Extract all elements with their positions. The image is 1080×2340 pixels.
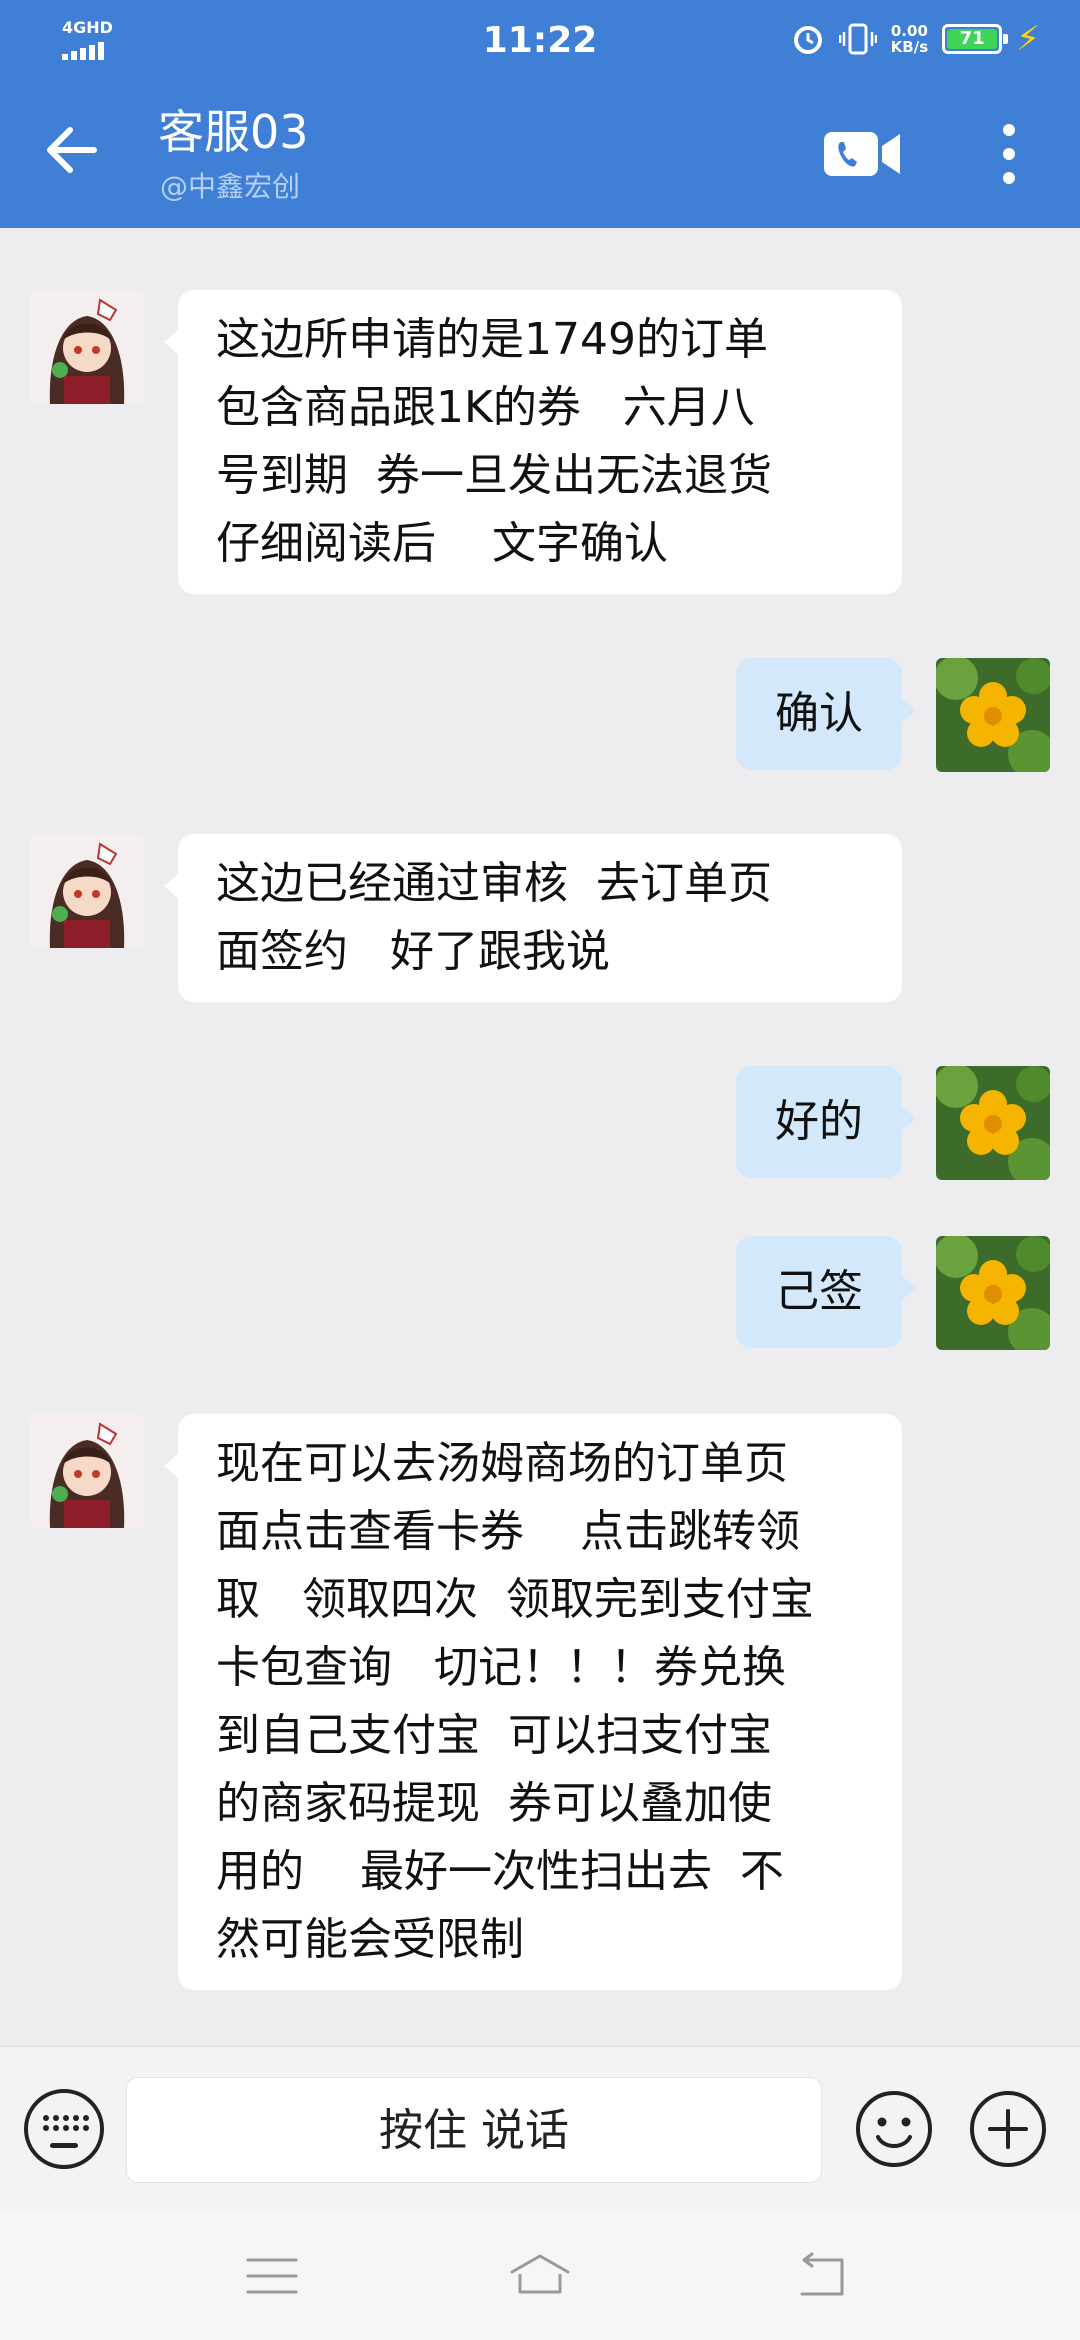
my-avatar[interactable] (936, 658, 1050, 772)
message-bubble-agent[interactable]: 这边所申请的是1749的订单 包含商品跟1K的券 六月八 号到期 券一旦发出无法… (164, 290, 902, 594)
net-speed: 0.00 KB/s (891, 23, 928, 55)
message-bubble-agent[interactable]: 现在可以去汤姆商场的订单页 面点击查看卡券 点击跳转领 取 领取四次 领取完到支… (164, 1414, 902, 1990)
my-avatar[interactable] (936, 1236, 1050, 1350)
chat-title: 客服03 (158, 105, 309, 159)
back-arrow-icon[interactable] (40, 118, 104, 182)
agent-avatar[interactable] (30, 1414, 144, 1528)
message-line: 用的 最好一次性扫出去 不 (216, 1846, 784, 1897)
top-bar: 4GHD 11:22 0.00 KB/s 71 ⚡ 客服03 @中鑫宏创 (0, 0, 1080, 228)
message-line: 面点击查看卡券 点击跳转领 (216, 1506, 800, 1557)
video-call-icon[interactable] (822, 126, 902, 182)
message-line: 号到期 券一旦发出无法退货 (216, 450, 772, 501)
battery-icon: 71 (942, 24, 1009, 54)
message-line: 这边已经通过审核 去订单页 (216, 858, 772, 909)
chat-subtitle: @中鑫宏创 (160, 170, 301, 203)
hold-to-talk-button[interactable]: 按住 说话 (126, 2077, 822, 2183)
message-line: 面签约 好了跟我说 (216, 926, 610, 977)
charging-icon: ⚡ (1016, 19, 1040, 59)
speed-unit: KB/s (890, 38, 929, 56)
message-bubble-me[interactable]: 好的 (736, 1066, 916, 1178)
message-line: 的商家码提现 券可以叠加使 (216, 1778, 772, 1829)
return-icon[interactable] (790, 2244, 854, 2308)
message-line: 好的 (775, 1096, 863, 1147)
my-avatar[interactable] (936, 1066, 1050, 1180)
message-bubble-me[interactable]: 己签 (736, 1236, 916, 1348)
battery-level: 71 (947, 29, 998, 49)
menu-icon[interactable] (240, 2244, 304, 2308)
plus-icon[interactable] (968, 2089, 1048, 2169)
message-line: 包含商品跟1K的券 六月八 (216, 382, 755, 433)
message-bubble-me[interactable]: 确认 (736, 658, 916, 770)
message-line: 这边所申请的是1749的订单 (216, 314, 768, 365)
keyboard-icon[interactable] (24, 2089, 104, 2169)
agent-avatar[interactable] (30, 834, 144, 948)
message-bubble-agent[interactable]: 这边已经通过审核 去订单页 面签约 好了跟我说 (164, 834, 902, 1002)
vibrate-icon (838, 23, 877, 55)
message-line: 取 领取四次 领取完到支付宝 (216, 1574, 814, 1625)
message-line: 己签 (775, 1266, 863, 1317)
system-nav-bar (0, 2210, 1080, 2340)
more-vertical-icon[interactable] (984, 118, 1034, 190)
status-bar: 4GHD 11:22 0.00 KB/s 71 ⚡ (0, 0, 1080, 82)
message-line: 仔细阅读后 文字确认 (216, 518, 668, 569)
status-icons: 0.00 KB/s 71 ⚡ (791, 22, 1040, 56)
alarm-icon (793, 26, 822, 54)
message-line: 卡包查询 切记！！！券兑换 (216, 1642, 786, 1693)
message-line: 然可能会受限制 (216, 1914, 524, 1965)
agent-avatar[interactable] (30, 290, 144, 404)
message-line: 现在可以去汤姆商场的订单页 (216, 1438, 788, 1489)
message-line: 确认 (775, 688, 863, 739)
input-bar: 按住 说话 (0, 2046, 1080, 2210)
speed-value: 0.00 (890, 22, 928, 40)
message-line: 到自己支付宝 可以扫支付宝 (216, 1710, 772, 1761)
emoji-icon[interactable] (854, 2089, 934, 2169)
home-icon[interactable] (508, 2244, 572, 2308)
